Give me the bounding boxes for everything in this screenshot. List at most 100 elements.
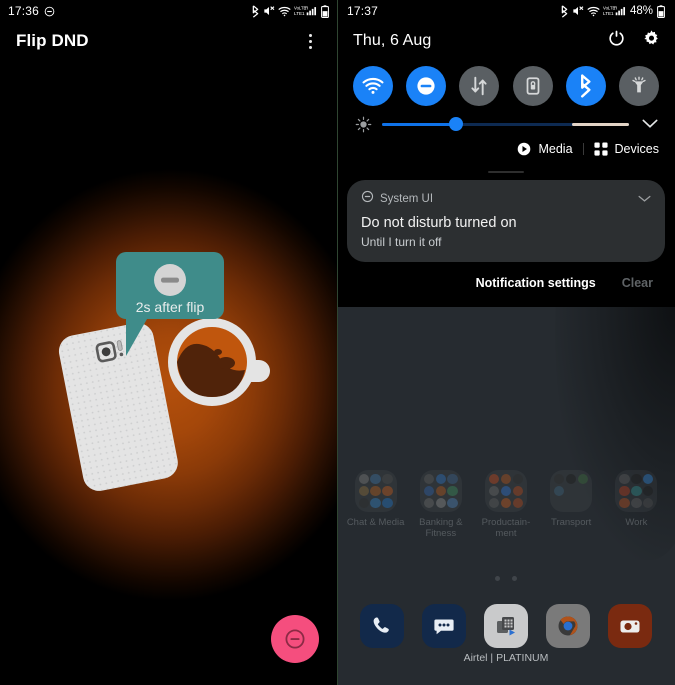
chevron-down-icon[interactable]: [638, 190, 651, 208]
folder-mini-icon: [643, 497, 654, 508]
folder-preview-tile: [484, 470, 527, 512]
media-button[interactable]: Media: [517, 142, 573, 156]
dock-item-phone[interactable]: [360, 604, 404, 648]
slider-thumb[interactable]: [449, 117, 464, 131]
toggle-flashlight[interactable]: [618, 66, 659, 106]
bluetooth-icon: [581, 74, 591, 98]
battery-icon: [657, 4, 665, 18]
brightness-icon: [355, 116, 372, 133]
page-indicator: [337, 576, 675, 581]
toggle-sim-lock[interactable]: [512, 66, 553, 106]
play-circle-icon: [518, 142, 531, 156]
devices-button[interactable]: Devices: [593, 142, 659, 156]
notification-subtitle: Until I turn it off: [361, 235, 442, 249]
chevron-down-icon[interactable]: [639, 119, 661, 129]
folder-mini-icon: [578, 498, 588, 508]
folder-mini-icon: [488, 497, 500, 508]
folder-mini-icon: [565, 474, 577, 485]
dnd-icon: [44, 6, 55, 17]
battery-percent-label: 48%: [629, 5, 653, 17]
flip-dnd-illustration: 2s after flip: [0, 160, 337, 580]
folder-mini-icon: [382, 474, 393, 485]
folder-item[interactable]: Banking & Fitness: [412, 470, 470, 539]
notification-actions: Notification settings Clear: [337, 262, 675, 304]
carrier-label: Airtel | PLATINUM: [463, 652, 549, 664]
dock-item-camera[interactable]: [608, 604, 652, 648]
shade-drag-handle[interactable]: [337, 164, 675, 180]
status-bar-icons: VoLTE R LTE1 48%: [560, 4, 665, 18]
folder-mini-icon: [512, 474, 523, 485]
dock-item-chrome[interactable]: [546, 604, 590, 648]
gear-icon[interactable]: [642, 29, 661, 53]
folder-mini-icon: [447, 474, 458, 485]
grid-squares-icon: [593, 142, 608, 156]
quick-toggle-row: [337, 60, 675, 110]
brightness-row: [337, 110, 675, 136]
volte-lte1-signal-icon: VoLTE R LTE1: [294, 4, 318, 18]
folder-mini-icon: [500, 474, 512, 485]
folder-mini-icon: [619, 474, 630, 485]
chrome-icon: [558, 616, 578, 636]
dock-item-messages[interactable]: [422, 604, 466, 648]
folder-mini-icon: [578, 486, 588, 496]
folder-mini-icon: [447, 497, 458, 508]
app-bar: Flip DND: [0, 22, 337, 60]
data-arrows-icon: [471, 76, 487, 96]
camera-icon: [620, 620, 640, 633]
folder-mini-icon: [423, 485, 435, 497]
folder-mini-icon: [554, 474, 565, 485]
folder-preview-tile: [550, 470, 593, 512]
notification-card[interactable]: System UI Do not disturb turned on Until…: [347, 180, 665, 262]
notification-app-name: System UI: [380, 193, 434, 205]
apps-grid-icon: [497, 617, 515, 636]
more-vertical-icon[interactable]: [299, 30, 321, 52]
page-title: Flip DND: [16, 31, 89, 50]
toggle-wifi[interactable]: [353, 66, 393, 106]
media-label: Media: [538, 142, 573, 156]
power-icon[interactable]: [607, 29, 626, 53]
notification-shade: 17:37 VoLTE R LTE1 48% Thu, 6 Aug Media …: [337, 0, 675, 307]
folder-item[interactable]: Work: [607, 470, 665, 539]
dock: [337, 604, 675, 648]
notification-settings-button[interactable]: Notification settings: [476, 276, 596, 290]
folder-mini-icon: [435, 497, 446, 508]
dnd-fab-button[interactable]: [271, 615, 319, 663]
page-dot[interactable]: [512, 576, 517, 581]
folder-item[interactable]: Chat & Media: [347, 470, 405, 539]
folder-mini-icon: [382, 497, 393, 508]
folder-mini-icon: [370, 485, 381, 497]
toggle-mobile-data[interactable]: [459, 66, 500, 106]
wifi-icon: [278, 6, 291, 17]
folder-preview-tile: [419, 470, 462, 512]
dock-item-apps[interactable]: [484, 604, 528, 648]
folder-mini-icon: [512, 497, 523, 508]
folder-item[interactable]: Transport: [542, 470, 600, 539]
notification-header: System UI: [361, 190, 651, 208]
folder-mini-icon: [423, 497, 435, 508]
folder-mini-icon: [435, 474, 446, 485]
folder-item[interactable]: Productain-ment: [477, 470, 535, 539]
screen-divider: [337, 0, 338, 685]
folder-mini-icon: [619, 497, 630, 508]
dnd-icon: [361, 190, 374, 208]
coffee-cup: [168, 318, 270, 406]
sim-lock-icon: [526, 77, 539, 95]
folder-mini-icon: [370, 497, 381, 508]
folder-mini-icon: [512, 485, 523, 497]
folder-mini-icon: [370, 474, 381, 485]
toggle-bluetooth[interactable]: [565, 66, 606, 106]
dnd-icon: [285, 629, 305, 649]
clear-notifications-button[interactable]: Clear: [622, 276, 653, 290]
screenshot-root: 17:36 VoLTE R LTE1 Flip DND 2s after fli…: [0, 0, 675, 685]
brightness-slider[interactable]: [382, 114, 629, 134]
folder-mini-icon: [500, 485, 512, 497]
shade-bottom-edge: [337, 304, 675, 307]
volte-lte1-signal-icon: VoLTE R LTE1: [603, 4, 627, 18]
page-dot[interactable]: [495, 576, 500, 581]
folder-mini-icon: [358, 474, 369, 485]
slider-tail-segment: [572, 122, 629, 126]
folder-mini-icon: [435, 485, 446, 497]
toggle-do-not-disturb[interactable]: [406, 66, 447, 106]
svg-text:LTE1: LTE1: [603, 11, 614, 16]
date-label: Thu, 6 Aug: [353, 32, 432, 49]
